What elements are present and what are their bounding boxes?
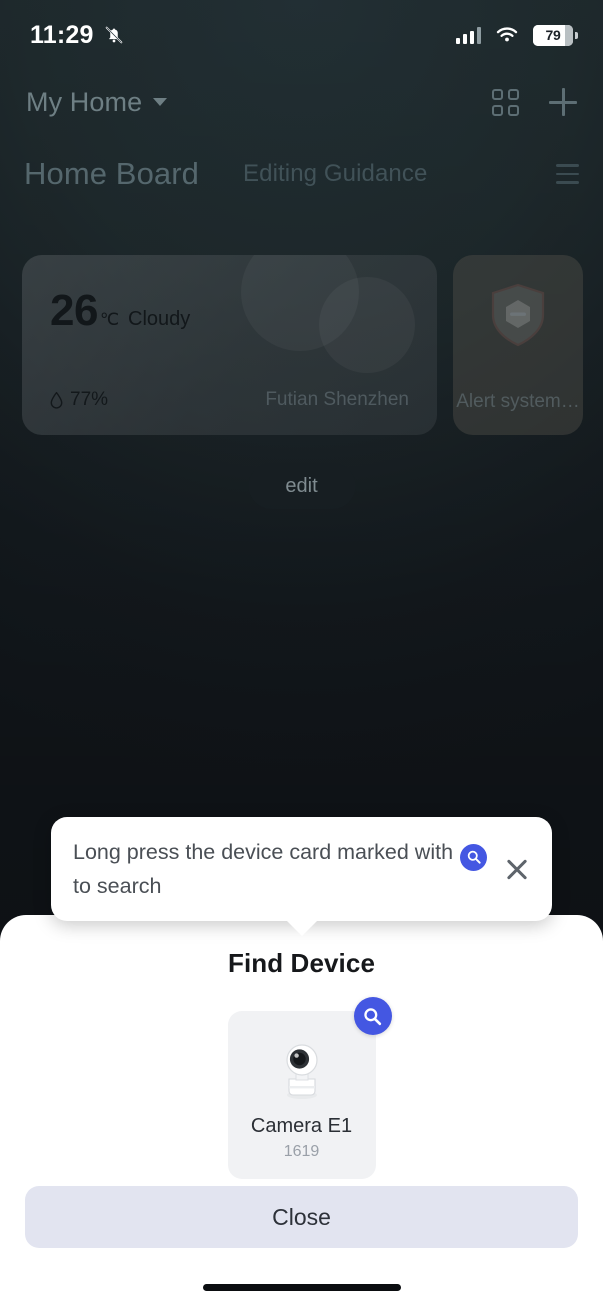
dashboard-cards: 26 ℃ Cloudy 77% Futian Shenzhen Alert sy… <box>22 255 603 435</box>
weather-temperature: 26 <box>50 286 98 335</box>
edit-button-label: edit <box>285 474 318 497</box>
battery-percent-label: 79 <box>545 27 561 43</box>
weather-location: Futian Shenzhen <box>265 389 409 410</box>
weather-primary: 26 ℃ Cloudy <box>50 289 409 333</box>
home-name-label: My Home <box>26 86 143 117</box>
app-header: My Home <box>0 78 603 126</box>
weather-humidity-label: 77% <box>70 389 109 410</box>
alert-system-card[interactable]: Alert system… <box>453 255 583 435</box>
hamburger-menu-icon[interactable] <box>556 164 579 184</box>
bell-slash-icon <box>105 26 122 44</box>
search-icon[interactable] <box>353 997 392 1035</box>
device-id-label: 1619 <box>283 1143 320 1160</box>
tooltip-arrow <box>285 920 318 937</box>
home-indicator <box>202 1284 401 1291</box>
home-selector[interactable]: My Home <box>26 86 168 118</box>
device-name-label: Camera E1 <box>250 1115 353 1137</box>
weather-condition: Cloudy <box>128 308 191 330</box>
alert-system-label: Alert system… <box>456 391 580 412</box>
security-camera-icon <box>285 1044 318 1099</box>
plus-icon[interactable] <box>549 88 577 116</box>
weather-secondary: 77% Futian Shenzhen <box>50 389 409 411</box>
tooltip-text-before: Long press the device card marked with <box>73 840 454 864</box>
weather-unit: ℃ <box>99 310 120 329</box>
water-drop-icon <box>50 391 63 409</box>
chevron-down-icon <box>153 98 168 106</box>
sheet-title: Find Device <box>227 948 376 978</box>
status-bar-left: 11:29 <box>30 21 125 50</box>
status-bar-right: 79 <box>455 24 578 46</box>
search-icon <box>460 843 488 871</box>
status-bar-clock: 11:29 <box>30 20 94 49</box>
cellular-signal-icon <box>455 26 481 44</box>
tooltip-text: Long press the device card marked with t… <box>73 837 490 901</box>
close-icon[interactable] <box>500 852 534 886</box>
tab-bar: Home Board Editing Guidance <box>0 148 603 200</box>
search-hint-tooltip: Long press the device card marked with t… <box>51 817 552 937</box>
edit-button[interactable]: edit <box>248 463 355 509</box>
close-button-label: Close <box>272 1203 331 1230</box>
grid-view-icon[interactable] <box>492 88 519 116</box>
status-bar: 11:29 79 <box>0 0 603 70</box>
close-button[interactable]: Close <box>25 1186 578 1248</box>
find-device-sheet: Find Device Camera E1 1619 Close <box>0 915 603 1306</box>
tooltip-text-after: to search <box>73 873 162 898</box>
tab-editing-guidance[interactable]: Editing Guidance <box>243 160 427 188</box>
device-card[interactable]: Camera E1 1619 <box>227 997 392 1179</box>
tab-home-board[interactable]: Home Board <box>24 156 199 192</box>
battery-indicator: 79 <box>533 24 578 46</box>
header-actions <box>492 88 577 116</box>
weather-humidity: 77% <box>50 389 108 411</box>
shield-disarmed-icon <box>491 283 545 347</box>
weather-card[interactable]: 26 ℃ Cloudy 77% Futian Shenzhen <box>22 255 437 435</box>
wifi-icon <box>496 27 518 42</box>
